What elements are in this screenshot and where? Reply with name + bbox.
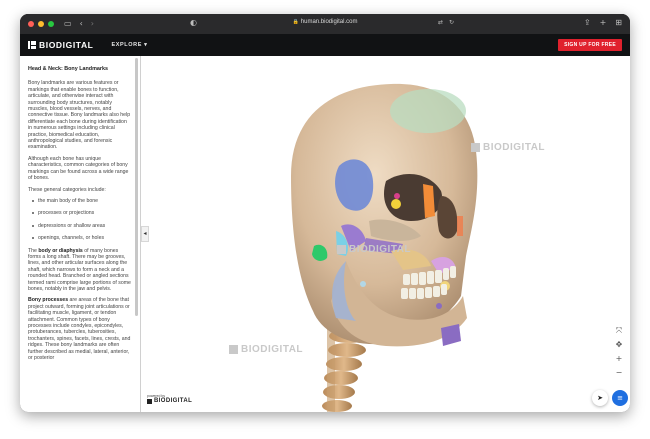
cursor-tool-button[interactable]: ➤ bbox=[592, 390, 608, 406]
browser-toolbar: ▭ ‹ › ◐ 🔒 human.biodigital.com ⇄ ↻ ⇪ + ⊞ bbox=[20, 14, 630, 34]
logo-text: BIODIGITAL bbox=[39, 40, 94, 50]
list-item: processes or projections bbox=[32, 210, 132, 216]
list-item: the main body of the bone bbox=[32, 198, 132, 204]
fullscreen-icon[interactable]: ⤧ bbox=[614, 326, 624, 336]
panel-paragraph-1: Bony landmarks are various features or m… bbox=[28, 80, 131, 151]
p4-post: of many bones forms a long shaft. There … bbox=[28, 247, 131, 292]
logo[interactable]: BIODIGITAL bbox=[28, 40, 93, 50]
address-bar[interactable]: 🔒 human.biodigital.com bbox=[20, 19, 630, 25]
tab-overview-icon[interactable]: ⊞ bbox=[615, 18, 622, 27]
panel-scrollbar[interactable] bbox=[135, 58, 138, 316]
list-item: depressions or shallow areas bbox=[32, 223, 132, 229]
model-viewer[interactable]: ◂ BIODIGITAL BIODIGITAL BIODIGITAL power… bbox=[141, 56, 630, 412]
menu-button[interactable]: ≡ bbox=[612, 390, 628, 406]
signup-button[interactable]: SIGN UP FOR FREE bbox=[558, 39, 622, 51]
info-panel: Head & Neck: Bony Landmarks Bony landmar… bbox=[20, 56, 141, 412]
explore-menu[interactable]: EXPLORE ▾ bbox=[111, 42, 147, 48]
zoom-out-icon[interactable]: − bbox=[614, 368, 624, 378]
p4-bold: body or diaphysis bbox=[38, 247, 83, 254]
explore-label: EXPLORE bbox=[111, 42, 142, 48]
skull-model[interactable] bbox=[141, 56, 630, 412]
toolbar-right: ⇪ + ⊞ bbox=[584, 18, 622, 27]
watermark: BIODIGITAL bbox=[471, 142, 545, 153]
chevron-down-icon: ▾ bbox=[144, 42, 148, 48]
skull-cranium bbox=[291, 83, 478, 347]
panel-paragraph-3: These general categories include: bbox=[28, 186, 106, 193]
p4-pre: The bbox=[28, 247, 39, 254]
panel-title: Head & Neck: Bony Landmarks bbox=[28, 66, 108, 72]
watermark-text: BIODIGITAL bbox=[349, 244, 412, 255]
new-tab-icon[interactable]: + bbox=[600, 18, 607, 27]
watermark-text: BIODIGITAL bbox=[241, 344, 304, 355]
powered-by-badge[interactable]: powered by BIODIGITAL bbox=[147, 394, 192, 404]
lock-icon: 🔒 bbox=[292, 19, 299, 25]
zoom-in-icon[interactable]: + bbox=[614, 354, 624, 364]
address-bar-actions: ⇄ ↻ bbox=[438, 19, 454, 26]
site-header: BIODIGITAL EXPLORE ▾ SIGN UP FOR FREE bbox=[20, 34, 630, 56]
pan-icon[interactable]: ✥ bbox=[614, 340, 624, 350]
p5-post: are areas of the bone that project outwa… bbox=[28, 297, 131, 362]
panel-paragraph-4: The body or diaphysis of many bones form… bbox=[28, 248, 132, 293]
brand-mark-icon bbox=[147, 398, 152, 404]
panel-paragraph-5: Bony processes are areas of the bone tha… bbox=[28, 297, 132, 361]
watermark-text: BIODIGITAL bbox=[483, 142, 546, 153]
reload-icon[interactable]: ↻ bbox=[449, 19, 454, 26]
list-item: openings, channels, or holes bbox=[32, 235, 132, 241]
p5-bold: Bony processes bbox=[28, 297, 69, 304]
powered-brand-text: BIODIGITAL bbox=[154, 398, 193, 404]
browser-window: ▭ ‹ › ◐ 🔒 human.biodigital.com ⇄ ↻ ⇪ + ⊞ … bbox=[20, 14, 630, 412]
translate-icon[interactable]: ⇄ bbox=[438, 19, 443, 26]
share-icon[interactable]: ⇪ bbox=[584, 18, 591, 27]
watermark: BIODIGITAL bbox=[229, 344, 303, 355]
category-list: the main body of the bone processes or p… bbox=[28, 198, 132, 242]
url-text: human.biodigital.com bbox=[300, 19, 358, 25]
panel-paragraph-2: Although each bone has unique characteri… bbox=[28, 155, 129, 182]
logo-mark-icon bbox=[28, 41, 36, 49]
viewer-controls: ⤧ ✥ + − bbox=[614, 326, 624, 378]
watermark: BIODIGITAL bbox=[337, 244, 411, 255]
